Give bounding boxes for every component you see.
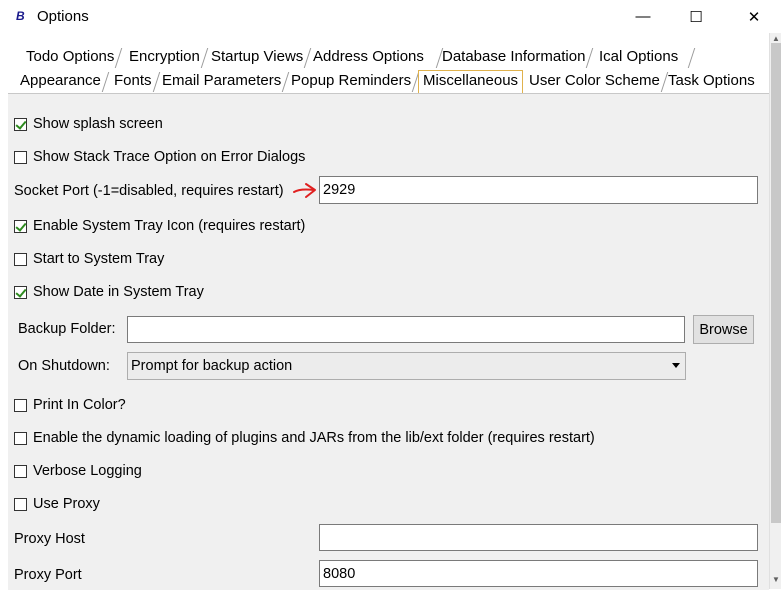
stack-trace-option[interactable]: Show Stack Trace Option on Error Dialogs <box>14 148 305 166</box>
socket-port-row: Socket Port (-1=disabled, requires resta… <box>14 182 284 200</box>
tab-todo-options[interactable]: Todo Options <box>22 46 123 68</box>
splash-option[interactable]: Show splash screen <box>14 115 163 133</box>
show-date-tray-option[interactable]: Show Date in System Tray <box>14 283 204 301</box>
use-proxy-label: Use Proxy <box>33 496 100 512</box>
start-tray-label: Start to System Tray <box>33 251 165 267</box>
minimize-icon: — <box>635 8 651 25</box>
tab-row-2: Appearance Fonts Email Parameters Popup … <box>0 70 769 94</box>
tab-email-parameters[interactable]: Email Parameters <box>158 70 290 92</box>
window-title: Options <box>37 8 89 25</box>
dynamic-loading-label: Enable the dynamic loading of plugins an… <box>33 430 595 446</box>
scrollbar-thumb[interactable] <box>771 43 781 523</box>
scroll-up-icon[interactable]: ▲ <box>772 34 780 43</box>
use-proxy-checkbox[interactable] <box>14 497 27 511</box>
show-date-tray-checkbox[interactable] <box>14 285 27 299</box>
tab-strip: Todo Options Encryption Startup Views Ad… <box>0 33 769 94</box>
tab-encryption[interactable]: Encryption <box>125 46 209 68</box>
close-icon: ✕ <box>747 8 761 26</box>
app-icon: B <box>16 9 25 23</box>
print-color-checkbox[interactable] <box>14 398 27 412</box>
tab-popup-reminders[interactable]: Popup Reminders <box>287 70 420 92</box>
system-tray-icon-option[interactable]: Enable System Tray Icon (requires restar… <box>14 217 305 235</box>
tab-miscellaneous[interactable]: Miscellaneous <box>418 70 524 94</box>
start-tray-option[interactable]: Start to System Tray <box>14 250 164 268</box>
backup-folder-row: Backup Folder: <box>18 320 116 338</box>
on-shutdown-label: On Shutdown: <box>18 358 110 374</box>
minimize-button[interactable]: — <box>620 0 666 33</box>
tab-database-information[interactable]: Database Information <box>438 46 594 68</box>
maximize-button[interactable]: ☐ <box>673 0 719 33</box>
verbose-logging-label: Verbose Logging <box>33 463 142 479</box>
splash-label: Show splash screen <box>33 116 163 132</box>
tab-fonts[interactable]: Fonts <box>110 70 160 92</box>
close-button[interactable]: ✕ <box>731 0 777 33</box>
scroll-down-icon[interactable]: ▼ <box>772 575 780 584</box>
proxy-port-label: Proxy Port <box>14 567 82 583</box>
tab-startup-views[interactable]: Startup Views <box>207 46 312 68</box>
maximize-icon: ☐ <box>689 8 703 26</box>
tab-appearance[interactable]: Appearance <box>16 70 110 92</box>
print-color-label: Print In Color? <box>33 397 126 413</box>
start-tray-checkbox[interactable] <box>14 252 27 266</box>
tab-ical-options[interactable]: Ical Options <box>595 46 696 68</box>
tab-user-color-scheme[interactable]: User Color Scheme <box>525 70 669 92</box>
proxy-port-row: Proxy Port <box>14 566 82 584</box>
tab-address-options[interactable]: Address Options <box>309 46 444 68</box>
verbose-logging-option[interactable]: Verbose Logging <box>14 462 142 480</box>
proxy-host-row: Proxy Host <box>14 530 85 548</box>
browse-button[interactable]: Browse <box>693 315 754 344</box>
stack-trace-checkbox[interactable] <box>14 150 27 164</box>
system-tray-icon-checkbox[interactable] <box>14 219 27 233</box>
backup-folder-input[interactable] <box>127 316 685 343</box>
socket-port-label: Socket Port (-1=disabled, requires resta… <box>14 183 284 199</box>
stack-trace-label: Show Stack Trace Option on Error Dialogs <box>33 149 306 165</box>
chevron-down-icon <box>672 363 680 368</box>
proxy-host-label: Proxy Host <box>14 531 85 547</box>
verbose-logging-checkbox[interactable] <box>14 464 27 478</box>
tab-task-options[interactable]: Task Options <box>664 70 759 92</box>
on-shutdown-select[interactable]: Prompt for backup action <box>127 352 686 380</box>
title-bar: B Options — ☐ ✕ <box>0 0 781 33</box>
splash-checkbox[interactable] <box>14 117 27 131</box>
use-proxy-option[interactable]: Use Proxy <box>14 495 100 513</box>
vertical-scrollbar[interactable]: ▲ ▼ <box>769 33 781 589</box>
backup-folder-label: Backup Folder: <box>18 321 116 337</box>
system-tray-icon-label: Enable System Tray Icon (requires restar… <box>33 218 306 234</box>
proxy-host-input[interactable] <box>319 524 758 551</box>
dynamic-loading-option[interactable]: Enable the dynamic loading of plugins an… <box>14 429 595 447</box>
show-date-tray-label: Show Date in System Tray <box>33 284 204 300</box>
proxy-port-input[interactable]: 8080 <box>319 560 758 587</box>
tab-row-1: Todo Options Encryption Startup Views Ad… <box>0 46 769 70</box>
print-color-option[interactable]: Print In Color? <box>14 396 126 414</box>
socket-port-input[interactable]: 2929 <box>319 176 758 204</box>
annotation-arrow-icon <box>293 183 316 198</box>
on-shutdown-row: On Shutdown: <box>18 357 110 375</box>
dynamic-loading-checkbox[interactable] <box>14 431 27 445</box>
